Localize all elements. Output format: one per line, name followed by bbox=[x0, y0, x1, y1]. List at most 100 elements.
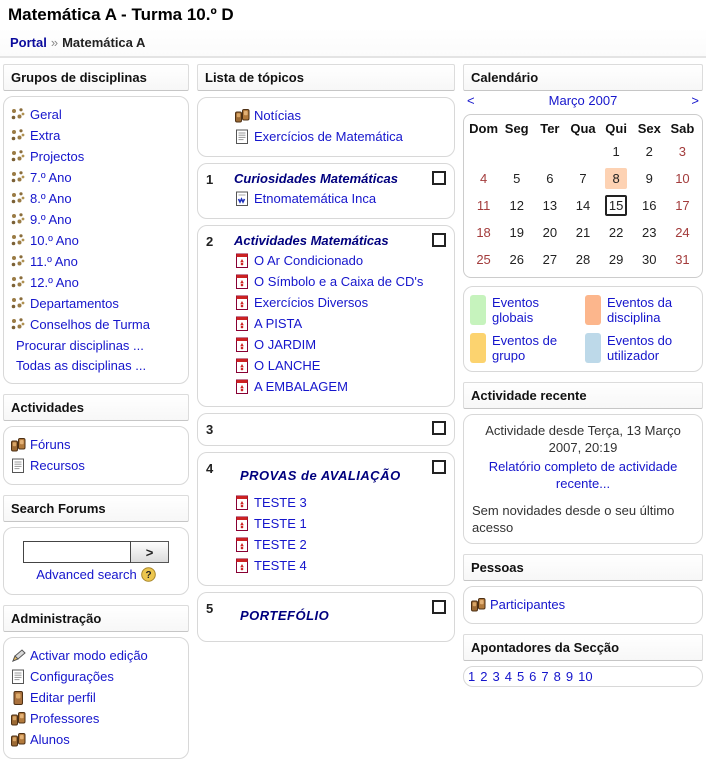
highlight-topic-checkbox[interactable] bbox=[432, 421, 446, 435]
admin-item-link[interactable]: Activar modo edição bbox=[30, 646, 148, 666]
category-icon bbox=[10, 191, 27, 207]
pdf-icon bbox=[234, 253, 251, 269]
calendar-month-link[interactable]: Março 2007 bbox=[487, 93, 679, 108]
section-pointer-link[interactable]: 10 bbox=[578, 669, 592, 684]
sidebar-category-item-link[interactable]: 12.º Ano bbox=[30, 273, 79, 293]
breadcrumb-separator: » bbox=[47, 35, 62, 50]
category-icon bbox=[10, 254, 27, 270]
section-pointer-link[interactable]: 4 bbox=[505, 669, 512, 684]
category-extra-link[interactable]: Todas as disciplinas ... bbox=[10, 356, 182, 376]
topic-activity-item-link[interactable]: TESTE 2 bbox=[254, 535, 307, 555]
admin-item-link[interactable]: Editar perfil bbox=[30, 688, 96, 708]
section-pointer-link[interactable]: 5 bbox=[517, 669, 524, 684]
legend-link[interactable]: Eventos do utilizador bbox=[607, 333, 696, 363]
activity-item-link[interactable]: Recursos bbox=[30, 456, 85, 476]
topic-activity-item-link[interactable]: TESTE 1 bbox=[254, 514, 307, 534]
section-pointer-link[interactable]: 9 bbox=[566, 669, 573, 684]
calendar-day-cell: 3 bbox=[666, 138, 699, 165]
people-item-link[interactable]: Participantes bbox=[490, 595, 565, 615]
topic-activity-item-link[interactable]: A PISTA bbox=[254, 314, 302, 334]
block-section-pointers: Apontadores da Secção 123456789 10 bbox=[463, 634, 703, 687]
recent-activity-since: Actividade desde Terça, 13 Março 2007, 2… bbox=[470, 422, 696, 456]
search-forums-input[interactable] bbox=[23, 541, 131, 563]
admin-item-link[interactable]: Configurações bbox=[30, 667, 114, 687]
calendar-day-cell[interactable]: 8 bbox=[600, 165, 633, 192]
sidebar-category-item-link[interactable]: 7.º Ano bbox=[30, 168, 72, 188]
topic-activity-item-link[interactable]: TESTE 3 bbox=[254, 493, 307, 513]
admin-item: Activar modo edição bbox=[10, 646, 182, 666]
calendar-day-cell: 9 bbox=[633, 165, 666, 192]
highlight-topic-checkbox[interactable] bbox=[432, 233, 446, 247]
sidebar-category-item-link[interactable]: Conselhos de Turma bbox=[30, 315, 150, 335]
topic-activity-item-link[interactable]: Exercícios de Matemática bbox=[254, 127, 403, 147]
topic-activity-item-link[interactable]: O JARDIM bbox=[254, 335, 316, 355]
calendar-day-cell: 5 bbox=[500, 165, 533, 192]
recent-activity-report-link[interactable]: Relatório completo de actividade recente… bbox=[470, 458, 696, 492]
advanced-search-link[interactable]: Advanced search bbox=[36, 567, 136, 582]
calendar-day-cell: 14 bbox=[566, 192, 599, 219]
topic-activity-item-link[interactable]: O LANCHE bbox=[254, 356, 320, 376]
calendar-day-cell bbox=[533, 138, 566, 165]
topic-activity-item-link[interactable]: TESTE 4 bbox=[254, 556, 307, 576]
sidebar-category-item-link[interactable]: Projectos bbox=[30, 147, 84, 167]
sidebar-category-item-link[interactable]: Extra bbox=[30, 126, 60, 146]
topic-activity-item-link[interactable]: Exercícios Diversos bbox=[254, 293, 368, 313]
calendar-day-cell: 6 bbox=[533, 165, 566, 192]
sidebar-category-item-link[interactable]: Departamentos bbox=[30, 294, 119, 314]
section-pointer-link[interactable]: 7 bbox=[541, 669, 548, 684]
section-pointer-link[interactable]: 3 bbox=[492, 669, 499, 684]
topic-activity-item: TESTE 3 bbox=[234, 493, 426, 513]
topic-activity-item-link[interactable]: Notícias bbox=[254, 106, 301, 126]
topic-activity-item-link[interactable]: A EMBALAGEM bbox=[254, 377, 348, 397]
breadcrumb-home-link[interactable]: Portal bbox=[10, 35, 47, 50]
topic-title: PORTEFÓLIO bbox=[240, 608, 426, 623]
section-pointer-link[interactable]: 6 bbox=[529, 669, 536, 684]
legend-link[interactable]: Eventos globais bbox=[492, 295, 581, 325]
block-section-pointers-title: Apontadores da Secção bbox=[463, 634, 703, 661]
section-pointer-link[interactable]: 2 bbox=[480, 669, 487, 684]
highlight-topic-checkbox[interactable] bbox=[432, 600, 446, 614]
topic-number: 1 bbox=[206, 171, 230, 210]
sidebar-category-item-link[interactable]: Geral bbox=[30, 105, 62, 125]
activity-item-link[interactable]: Fóruns bbox=[30, 435, 70, 455]
help-icon[interactable]: ? bbox=[141, 567, 156, 585]
block-calendar-title: Calendário bbox=[463, 64, 703, 91]
sidebar-category-item-link[interactable]: 9.º Ano bbox=[30, 210, 72, 230]
search-forums-submit-button[interactable]: > bbox=[131, 541, 169, 563]
topic-activity-item: Exercícios de Matemática bbox=[234, 127, 426, 147]
legend-link[interactable]: Eventos de grupo bbox=[492, 333, 581, 363]
calendar-day-cell: 22 bbox=[600, 219, 633, 246]
topic-box-news: NotíciasExercícios de Matemática bbox=[197, 97, 455, 157]
topic-activity-item-link[interactable]: Etnomatemática Inca bbox=[254, 189, 376, 209]
sidebar-category-item-link[interactable]: 10.º Ano bbox=[30, 231, 79, 251]
calendar-next-icon[interactable]: > bbox=[679, 93, 699, 108]
calendar-day-cell: 24 bbox=[666, 219, 699, 246]
topic-box-1: 1Curiosidades MatemáticasEtnomatemática … bbox=[197, 163, 455, 219]
pdf-icon bbox=[234, 358, 251, 374]
calendar-prev-icon[interactable]: < bbox=[467, 93, 487, 108]
legend-link[interactable]: Eventos da disciplina bbox=[607, 295, 696, 325]
topic-activity-item: A EMBALAGEM bbox=[234, 377, 426, 397]
calendar-day-cell: 21 bbox=[566, 219, 599, 246]
sidebar-category-item-link[interactable]: 11.º Ano bbox=[30, 252, 78, 272]
topic-number bbox=[206, 105, 230, 148]
topic-activity-item: O Ar Condicionado bbox=[234, 251, 426, 271]
calendar-day-cell bbox=[467, 138, 500, 165]
section-pointer-link[interactable]: 1 bbox=[468, 669, 475, 684]
admin-item-link[interactable]: Alunos bbox=[30, 730, 70, 750]
topic-title: PROVAS de AVALIAÇÃO bbox=[240, 468, 426, 483]
breadcrumb: Portal»Matemática A bbox=[0, 28, 706, 58]
highlight-topic-checkbox[interactable] bbox=[432, 171, 446, 185]
topic-activity-item-link[interactable]: O Ar Condicionado bbox=[254, 251, 363, 271]
profile-icon bbox=[10, 690, 27, 706]
topic-activity-item: O LANCHE bbox=[234, 356, 426, 376]
pdf-icon bbox=[234, 295, 251, 311]
topic-activity-item-link[interactable]: O Símbolo e a Caixa de CD's bbox=[254, 272, 423, 292]
sidebar-category-item-link[interactable]: 8.º Ano bbox=[30, 189, 72, 209]
admin-item-link[interactable]: Professores bbox=[30, 709, 99, 729]
highlight-topic-checkbox[interactable] bbox=[432, 460, 446, 474]
pdf-icon bbox=[234, 274, 251, 290]
pdf-icon bbox=[234, 558, 251, 574]
section-pointer-link[interactable]: 8 bbox=[554, 669, 561, 684]
category-extra-link[interactable]: Procurar disciplinas ... bbox=[10, 336, 182, 356]
